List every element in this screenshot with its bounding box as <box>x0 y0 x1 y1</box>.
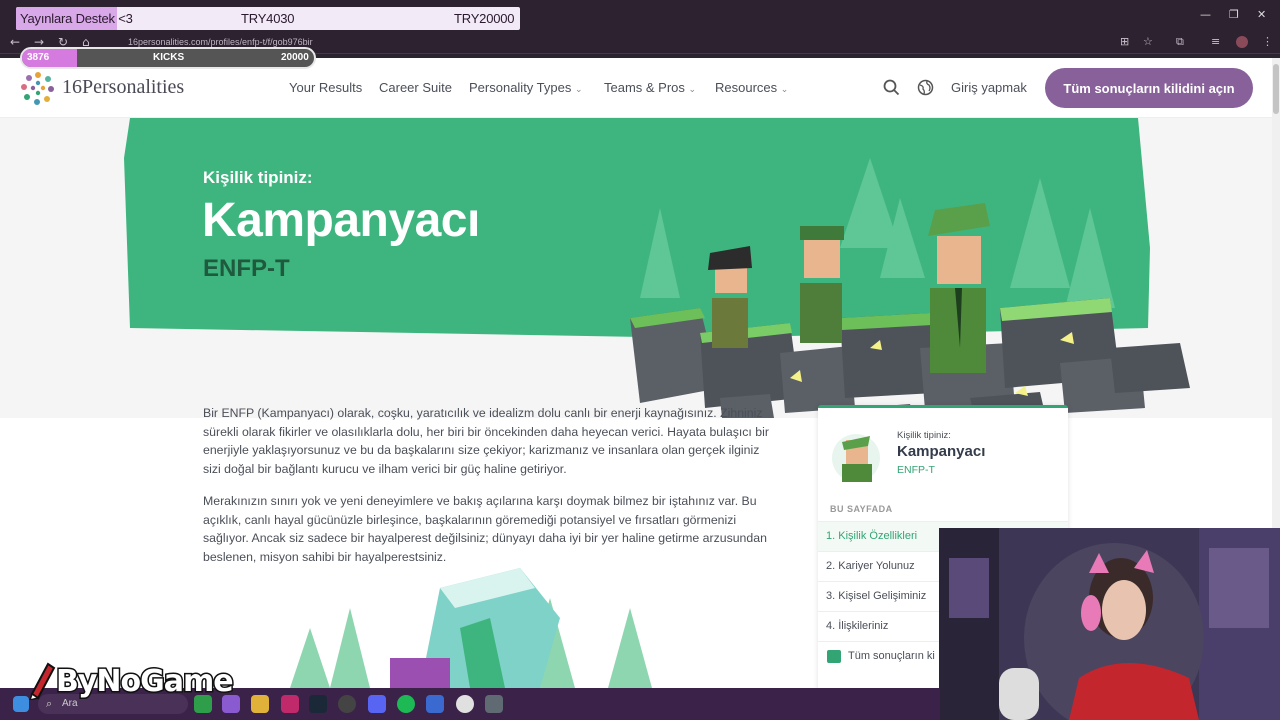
nav-resources[interactable]: Resources ⌄ <box>715 80 788 95</box>
unlock-results-button[interactable]: Tüm sonuçların kilidini açın <box>1045 68 1253 108</box>
maximize-icon[interactable]: ❐ <box>1229 8 1239 21</box>
back-icon[interactable]: ← <box>10 35 20 49</box>
scrollbar-thumb[interactable] <box>1273 64 1279 114</box>
taskbar-search-label: Ara <box>62 698 78 709</box>
nav-personality-types-label: Personality Types <box>469 80 572 95</box>
mountain-illustration <box>290 568 652 688</box>
card-type-code: ENFP-T <box>897 464 935 476</box>
kicks-goal-bar: 3876 KICKS 20000 <box>20 47 316 69</box>
chevron-down-icon: ⌄ <box>688 84 697 94</box>
site-logo[interactable]: 16Personalities <box>20 70 200 106</box>
translate-icon[interactable]: ⊞ <box>1120 35 1129 48</box>
obs-icon[interactable] <box>338 695 356 713</box>
media-icon[interactable]: ≡ <box>1211 35 1220 48</box>
watermark-text: ByNoGame <box>55 663 236 701</box>
unlock-icon <box>827 650 841 663</box>
nav-resources-label: Resources <box>715 80 778 95</box>
url-field[interactable]: 16personalities.com/profiles/enfp-t/f/go… <box>128 37 313 47</box>
app-icon[interactable] <box>426 695 444 713</box>
search-icon[interactable] <box>883 79 900 96</box>
globe-icon[interactable] <box>917 79 934 96</box>
close-icon[interactable]: ✕ <box>1257 8 1266 21</box>
logo-text: 16Personalities <box>62 76 185 98</box>
webcam-feed <box>939 528 1280 720</box>
chevron-down-icon: ⌄ <box>780 84 789 94</box>
intro-paragraph-2: Merakınızın sınırı yok ve yeni deneyimle… <box>203 494 767 564</box>
pencil-logo-icon <box>29 662 56 700</box>
webcam-image <box>939 528 1280 720</box>
profile-avatar[interactable] <box>1236 36 1248 48</box>
campaigner-avatar <box>832 434 880 482</box>
on-this-page-label: BU SAYFADA <box>830 504 893 514</box>
menu-kebab-icon[interactable]: ⋮ <box>1262 35 1273 48</box>
steam-icon[interactable] <box>309 695 327 713</box>
discord-icon[interactable] <box>368 695 386 713</box>
hero-subtitle: Kişilik tipiniz: <box>203 168 313 187</box>
nav-personality-types[interactable]: Personality Types ⌄ <box>469 80 583 95</box>
toc-item-all-results-label: Tüm sonuçların ki <box>848 650 935 662</box>
bynogame-watermark: ByNoGame <box>55 663 236 701</box>
spotify-icon[interactable] <box>397 695 415 713</box>
kicks-target: 20000 <box>281 52 309 63</box>
extensions-icon[interactable]: ⧉ <box>1176 35 1184 49</box>
chrome-icon[interactable] <box>456 695 474 713</box>
donation-goal-current: TRY4030 <box>241 11 295 26</box>
kicks-current: 3876 <box>27 52 50 63</box>
bookmark-star-icon[interactable]: ☆ <box>1143 35 1153 48</box>
hero-banner-illustration <box>0 118 1272 418</box>
hero-type-code: ENFP-T <box>203 255 290 282</box>
app-icon[interactable] <box>281 695 299 713</box>
logo-dots-icon <box>21 72 54 105</box>
nav-career-suite[interactable]: Career Suite <box>379 80 452 95</box>
donation-goal-title: Yayınlara Destek <3 <box>20 11 133 26</box>
login-link[interactable]: Giriş yapmak <box>951 80 1027 95</box>
card-type-name: Kampanyacı <box>897 443 986 460</box>
donation-goal-bar: Yayınlara Destek <3 TRY4030 TRY20000 <box>16 7 520 30</box>
file-explorer-icon[interactable] <box>251 695 269 713</box>
kicks-label: KICKS <box>153 52 185 63</box>
nav-your-results[interactable]: Your Results <box>289 80 362 95</box>
app-icon[interactable] <box>485 695 503 713</box>
hero-section: Kişilik tipiniz: Kampanyacı ENFP-T <box>0 118 1272 418</box>
donation-goal-target: TRY20000 <box>454 11 515 26</box>
chevron-down-icon: ⌄ <box>575 84 583 94</box>
card-subtitle: Kişilik tipiniz: <box>897 430 951 441</box>
hero-title: Kampanyacı <box>202 194 480 247</box>
nav-teams-pros[interactable]: Teams & Pros ⌄ <box>604 80 696 95</box>
minimize-icon[interactable]: — <box>1200 8 1211 21</box>
nav-teams-pros-label: Teams & Pros <box>604 80 685 95</box>
intro-paragraph-1: Bir ENFP (Kampanyacı) olarak, coşku, yar… <box>203 406 769 476</box>
